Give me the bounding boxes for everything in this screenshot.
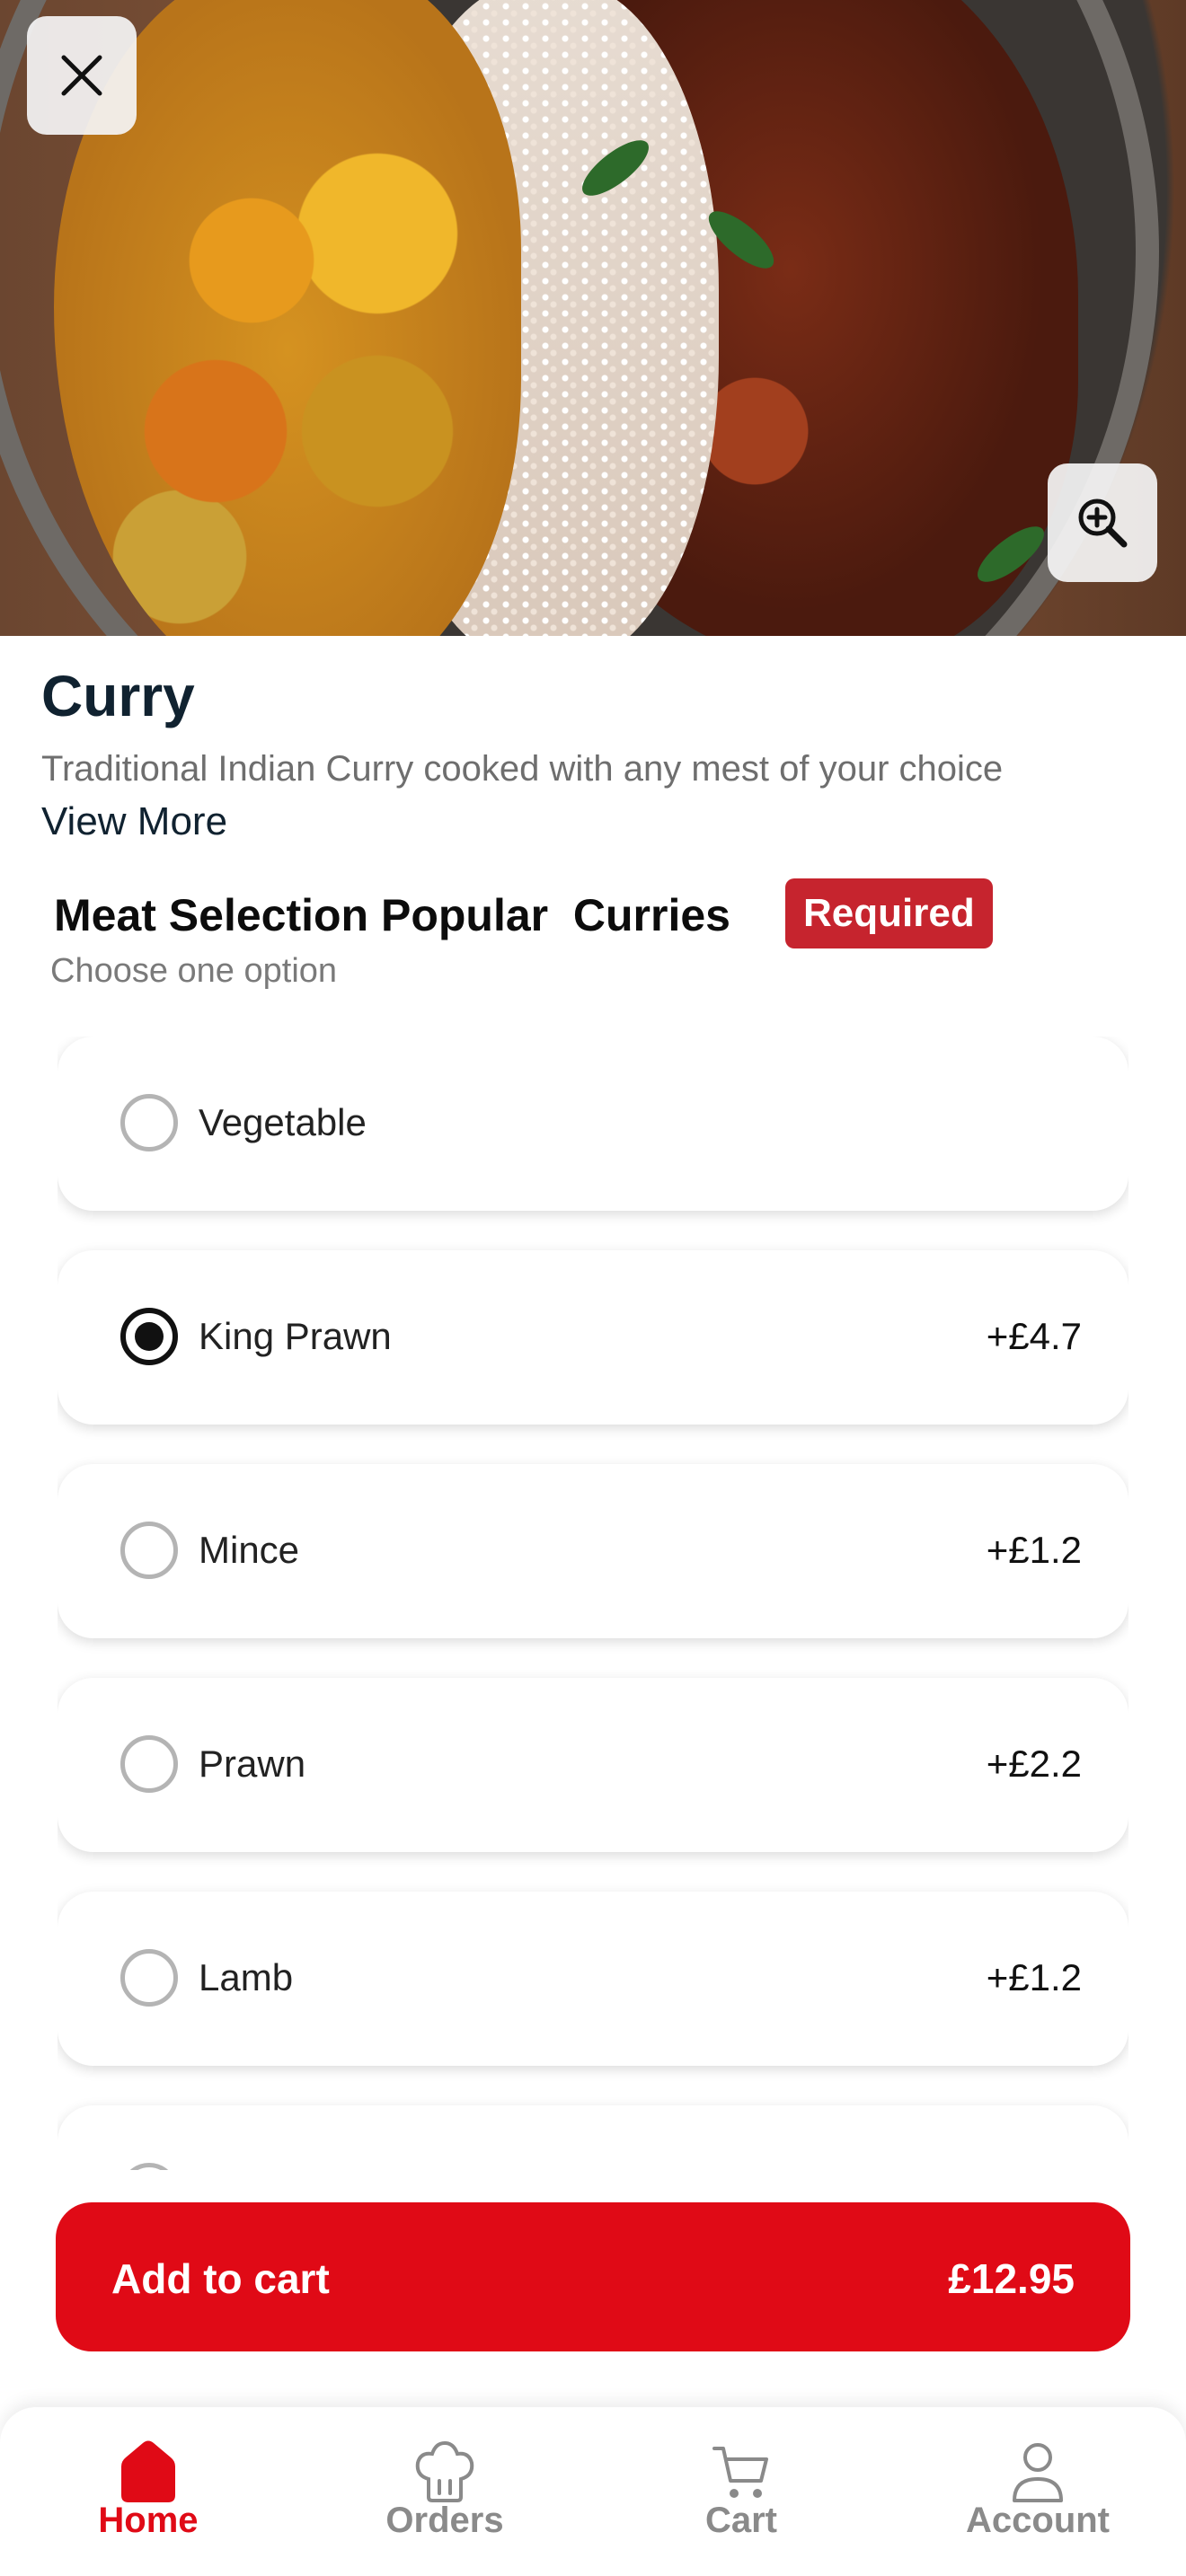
option-label: Lamb [199, 1956, 294, 1998]
option-price: +£1.2 [986, 1529, 1082, 1571]
tab-home[interactable]: Home [0, 2407, 296, 2576]
radio-button[interactable] [120, 1094, 178, 1151]
close-icon [61, 55, 102, 96]
options-list: Vegetable King Prawn +£4.7 Mince +£1.2 P… [58, 1037, 1128, 2170]
option-label: King Prawn [199, 1315, 392, 1357]
tab-label: Account [966, 2501, 1110, 2540]
radio-button-selected[interactable] [120, 1308, 178, 1365]
product-title: Curry [41, 664, 195, 728]
radio-button[interactable] [120, 1949, 178, 2007]
cart-icon [712, 2447, 768, 2498]
option-label: Mince [199, 1529, 300, 1571]
option-partial[interactable] [58, 2105, 1128, 2170]
tab-account[interactable]: Account [890, 2407, 1186, 2576]
tab-label: Cart [704, 2501, 778, 2540]
option-vegetable[interactable]: Vegetable [58, 1037, 1128, 1211]
option-mince[interactable]: Mince +£1.2 [58, 1464, 1128, 1638]
bottom-tab-bar: Home Orders Cart Account [0, 2407, 1186, 2576]
option-label: Vegetable [199, 1101, 367, 1143]
tab-cart[interactable]: Cart [593, 2407, 890, 2576]
tab-label: Orders [385, 2501, 504, 2540]
add-to-cart-label: Add to cart [111, 2255, 330, 2302]
option-prawn[interactable]: Prawn +£2.2 [58, 1678, 1128, 1852]
section-title: Meat Selection Popular Curries [54, 890, 730, 940]
product-description: Traditional Indian Curry cooked with any… [41, 749, 1004, 789]
radio-button[interactable] [120, 1735, 178, 1793]
option-lamb[interactable]: Lamb +£1.2 [58, 1892, 1128, 2066]
view-more-link[interactable]: View More [41, 799, 227, 844]
option-price: +£1.2 [986, 1956, 1082, 1998]
hero-image [0, 0, 1186, 636]
user-icon [1013, 2443, 1063, 2502]
radio-button[interactable] [120, 2163, 178, 2170]
tab-orders[interactable]: Orders [296, 2407, 593, 2576]
zoom-in-icon [1078, 498, 1128, 548]
zoom-button[interactable] [1048, 463, 1157, 582]
option-price: +£2.2 [986, 1742, 1082, 1785]
tab-label: Home [98, 2501, 199, 2540]
add-to-cart-price: £12.95 [948, 2255, 1075, 2302]
option-price: +£4.7 [986, 1315, 1082, 1357]
home-icon [121, 2440, 175, 2502]
option-label: Prawn [199, 1742, 306, 1785]
radio-button[interactable] [120, 1522, 178, 1579]
section-subtitle: Choose one option [50, 952, 338, 990]
required-badge: Required [785, 878, 993, 948]
close-button[interactable] [27, 16, 137, 135]
chef-hat-icon [415, 2440, 474, 2502]
option-king-prawn[interactable]: King Prawn +£4.7 [58, 1250, 1128, 1425]
add-to-cart-button[interactable]: Add to cart £12.95 [56, 2202, 1130, 2351]
